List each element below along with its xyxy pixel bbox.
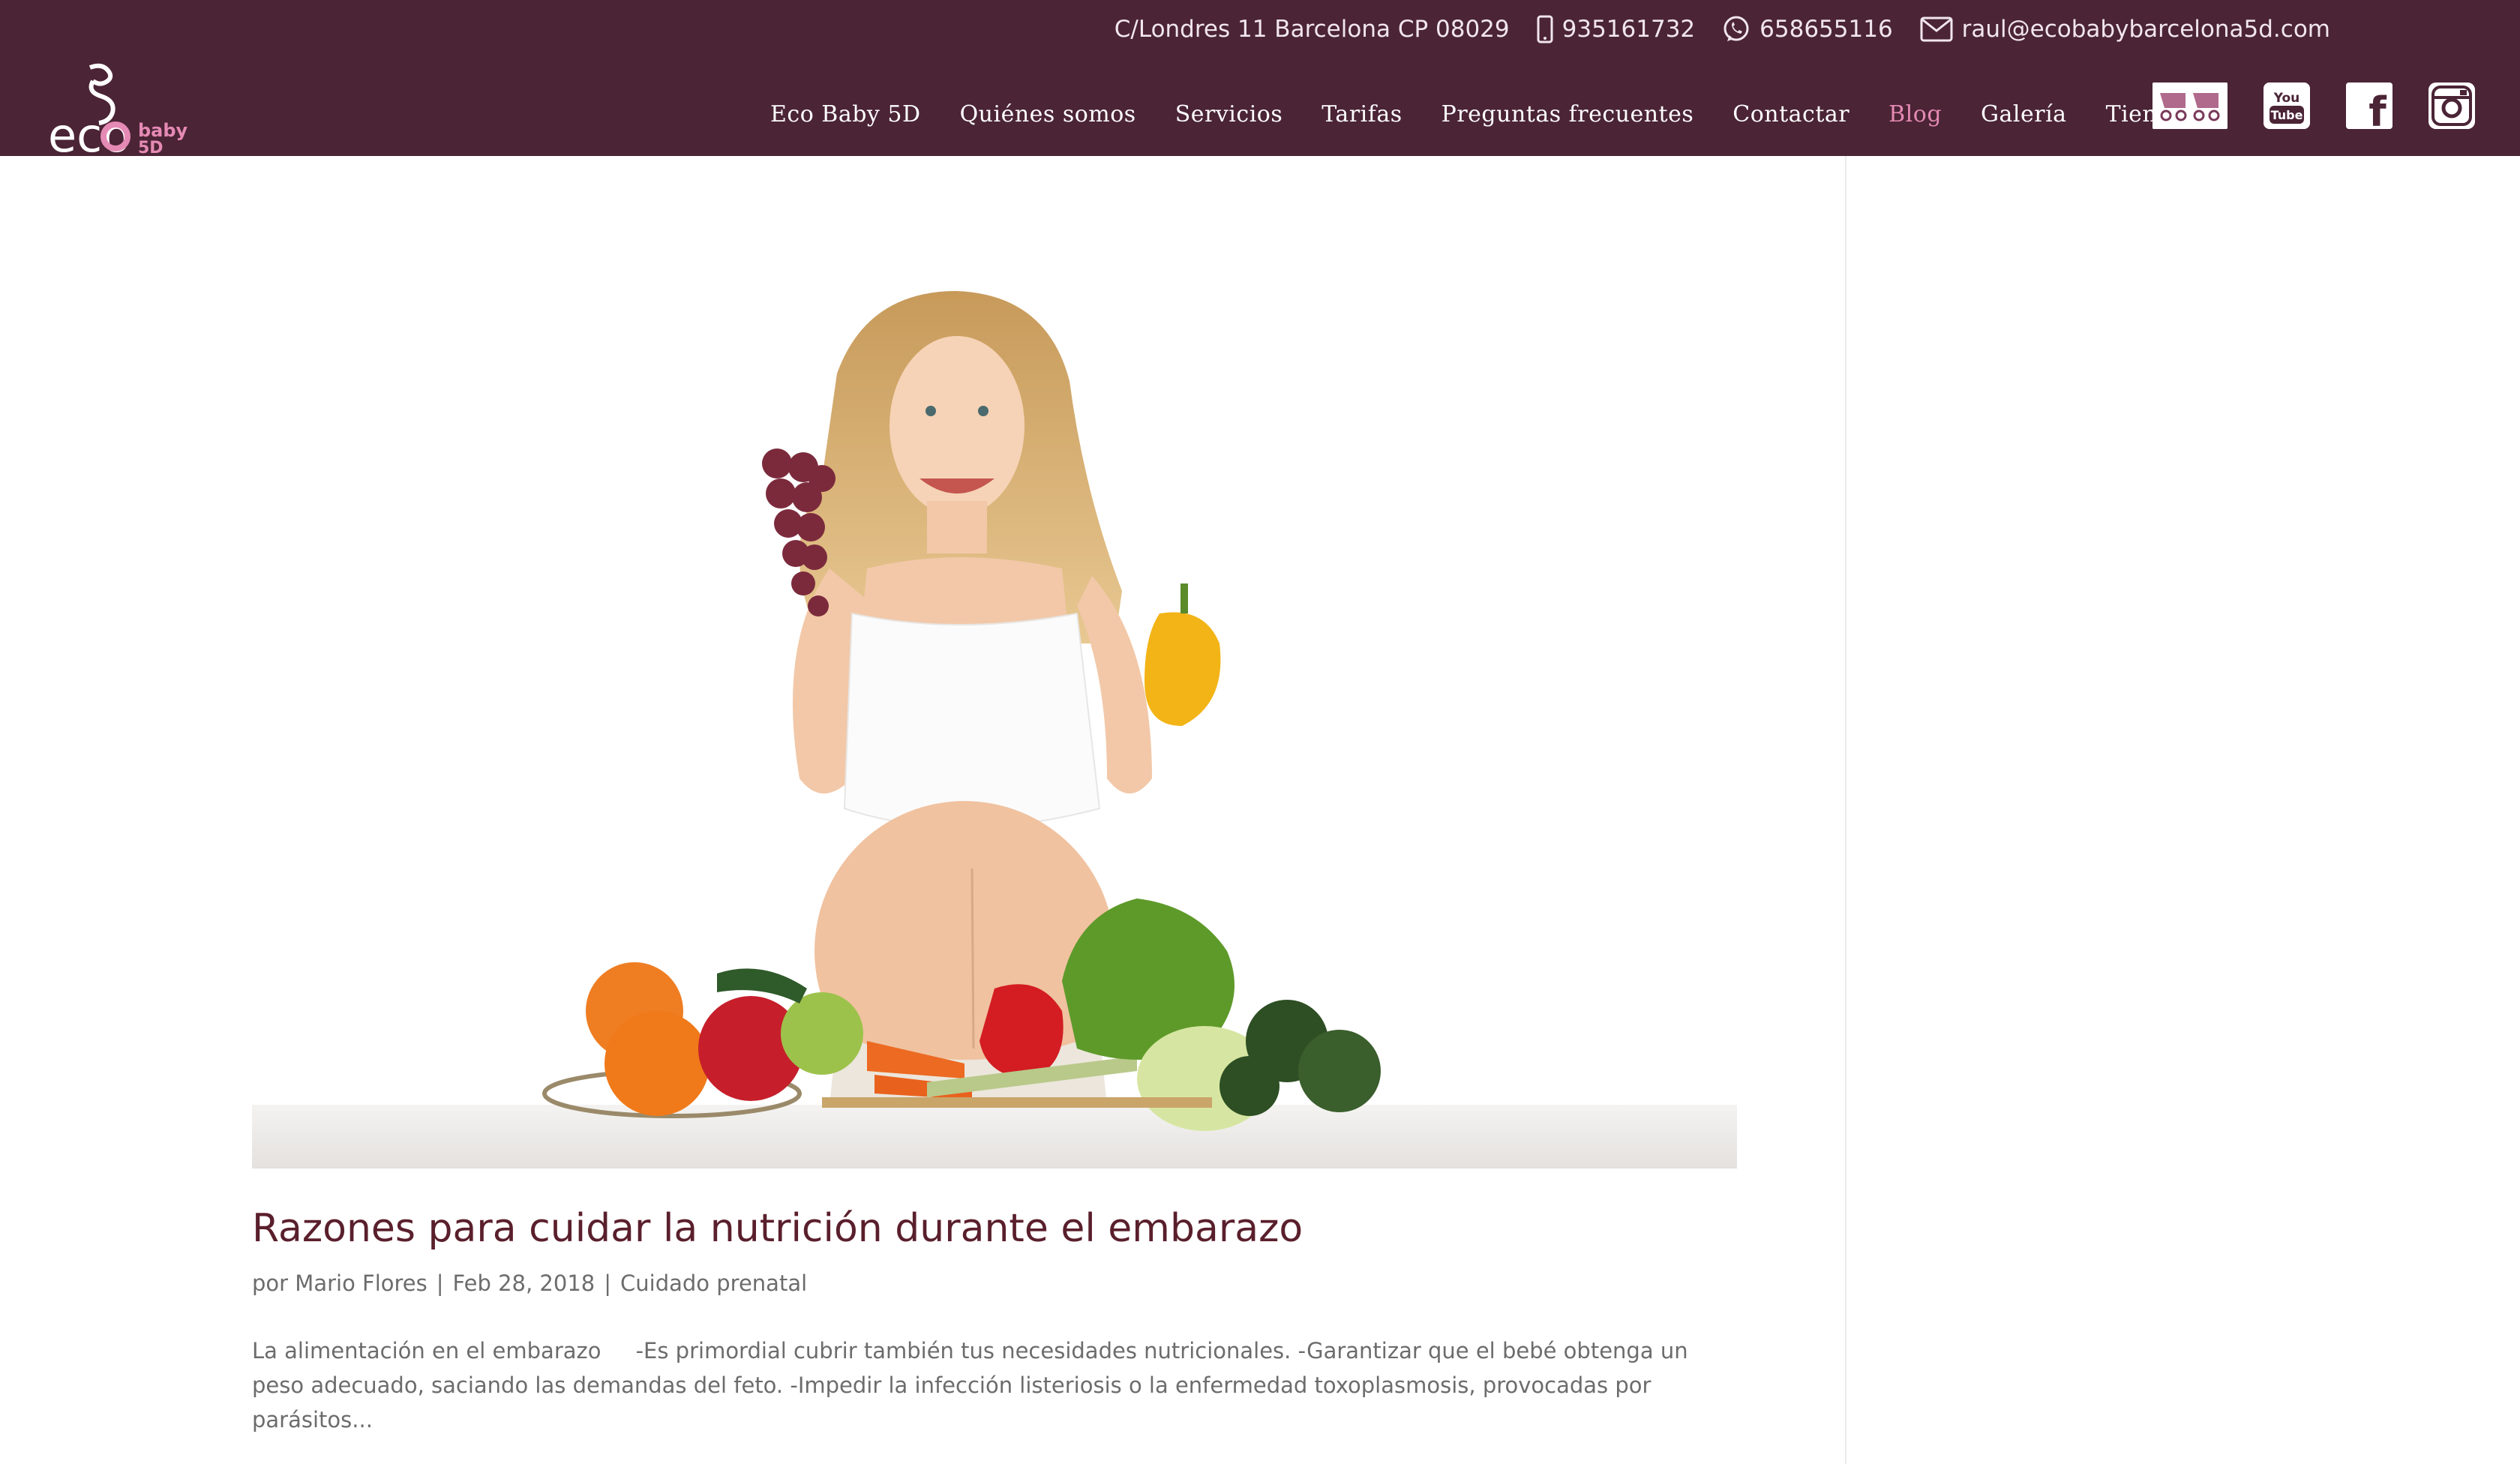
svg-text:Tube: Tube [2271,108,2303,122]
email-text[interactable]: raul@ecobabybarcelona5d.com [1962,16,2330,43]
svg-text:f: f [2368,88,2386,129]
logo-sub-baby: baby [138,120,188,141]
meta-prefix: por [252,1270,289,1296]
youtube-icon[interactable]: You Tube [2264,82,2310,129]
phone-text[interactable]: 935161732 [1562,16,1696,43]
ecobaby-logo[interactable]: eco baby 5D [46,63,196,154]
address-text: C/Londres 11 Barcelona CP 08029 [1114,16,1510,43]
logo-sub-5d: 5D [138,139,164,154]
post-date: Feb 28, 2018 [452,1270,596,1296]
nav-item-eco-baby-5d[interactable]: Eco Baby 5D [770,101,921,128]
nav-item-galeria[interactable]: Galería [1981,101,2067,128]
stroller-shop-icon[interactable] [2152,82,2228,129]
instagram-icon[interactable] [2428,82,2475,129]
phone-item[interactable]: 935161732 [1537,15,1696,44]
mobile-phone-icon [1537,15,1553,44]
site-header: C/Londres 11 Barcelona CP 08029 93516173… [0,0,2520,156]
nav-item-tarifas[interactable]: Tarifas [1322,101,1402,128]
sidebar-divider [1845,156,1846,1464]
address-item: C/Londres 11 Barcelona CP 08029 [1114,16,1510,43]
whatsapp-item[interactable]: 658655116 [1722,15,1893,44]
nav-item-blog[interactable]: Blog [1888,101,1942,128]
svg-text:You: You [2273,91,2300,106]
whatsapp-text[interactable]: 658655116 [1760,16,1893,43]
nav-item-servicios[interactable]: Servicios [1175,101,1283,128]
nav-item-preguntas-frecuentes[interactable]: Preguntas frecuentes [1442,101,1694,128]
contact-bar: C/Londres 11 Barcelona CP 08029 93516173… [1114,10,2330,48]
nav-item-quienes-somos[interactable]: Quiénes somos [960,101,1136,128]
email-item[interactable]: raul@ecobabybarcelona5d.com [1920,16,2330,43]
post-featured-image[interactable] [252,254,1737,1168]
category-link[interactable]: Cuidado prenatal [620,1270,807,1296]
post-meta: por Mario Flores | Feb 28, 2018 | Cuidado pr… [252,1270,808,1296]
main-nav: Eco Baby 5D Quiénes somos Servicios Tari… [770,101,2186,128]
post-excerpt: La alimentación en el embarazo -Es primo… [252,1338,1695,1432]
facebook-icon[interactable]: f [2346,82,2392,129]
nav-item-contactar[interactable]: Contactar [1732,101,1850,128]
post-title-link[interactable]: Razones para cuidar la nutrición durante… [252,1206,1303,1251]
envelope-icon [1920,16,1953,42]
whatsapp-icon [1724,16,1749,41]
author-link[interactable]: Mario Flores [295,1270,427,1296]
